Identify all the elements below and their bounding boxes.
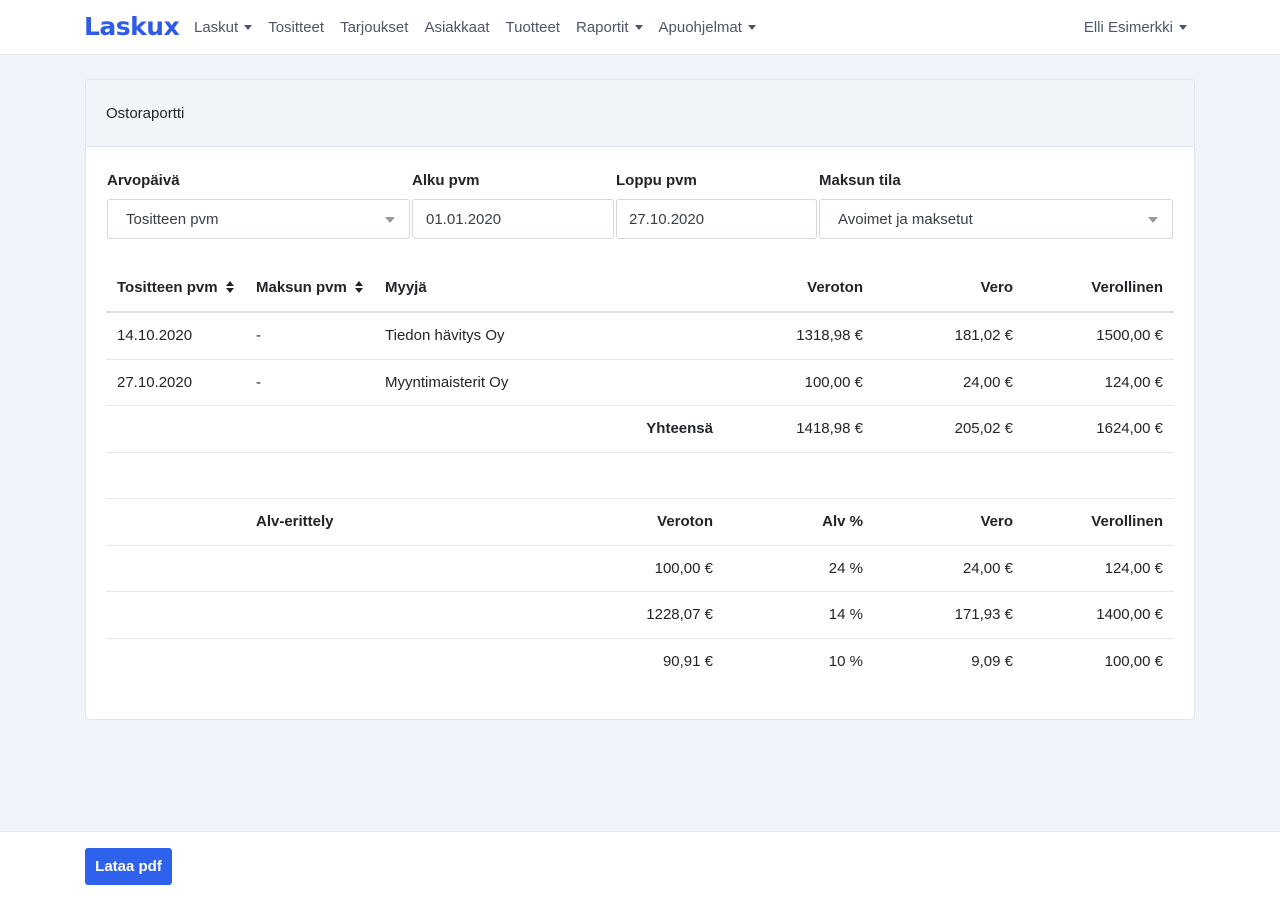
nav-item-tarjoukset[interactable]: Tarjoukset [340, 19, 408, 36]
voucher-date-cell: 14.10.2020 [117, 327, 193, 345]
chevron-down-icon [747, 25, 756, 30]
nav-item-apuohjelmat[interactable]: Apuohjelmat [659, 19, 756, 36]
vat-net-cell: 100,00 € [654, 559, 713, 577]
vat-tax-cell: 24,00 € [962, 559, 1013, 577]
nav-item-laskut[interactable]: Laskut [194, 19, 253, 36]
nav-item-label: Asiakkaat [424, 19, 490, 36]
nav-item-label: Tuotteet [505, 19, 560, 36]
value-date-label: Arvopäivä [107, 172, 180, 189]
sort-payment-date-header[interactable]: Maksun pvm [256, 263, 363, 311]
net-cell: 100,00 € [804, 373, 863, 391]
table-header-row: Tositteen pvm Maksun pvm Myyjä Veroton V… [106, 263, 1174, 313]
header-label: Tositteen pvm [117, 278, 218, 296]
vat-gross-cell: 124,00 € [1104, 559, 1163, 577]
value-date-select[interactable]: Tositteen pvm [107, 199, 410, 239]
vat-net-cell: 90,91 € [662, 653, 713, 671]
total-gross-cell: 1624,00 € [1096, 420, 1163, 438]
download-pdf-button[interactable]: Lataa pdf [85, 848, 172, 885]
tax-cell: 181,02 € [954, 327, 1013, 345]
top-navbar: Laskux Laskut Tositteet Tarjoukset Asiak… [0, 0, 1280, 55]
main-nav: Laskut Tositteet Tarjoukset Asiakkaat Tu… [194, 0, 772, 55]
report-card: Ostoraportti Arvopäivä Alku pvm Loppu pv… [85, 79, 1195, 720]
nav-item-label: Raportit [575, 19, 629, 36]
vat-gross-cell: 1400,00 € [1096, 606, 1163, 624]
vat-rate-header: Alv % [822, 513, 863, 531]
table-row: 90,91 € 10 % 9,09 € 100,00 € [106, 639, 1174, 686]
sort-icon [225, 281, 234, 293]
payment-status-label: Maksun tila [819, 172, 901, 189]
sort-voucher-date-header[interactable]: Tositteen pvm [117, 263, 234, 311]
vat-breakdown-table: Alv-erittely Veroton Alv % Vero Verollin… [106, 498, 1174, 685]
payment-status-select-value: Avoimet ja maksetut [838, 210, 973, 228]
vat-rate-cell: 24 % [828, 559, 863, 577]
nav-item-asiakkaat[interactable]: Asiakkaat [424, 19, 489, 36]
value-date-select-value: Tositteen pvm [126, 210, 219, 228]
payment-date-cell: - [256, 327, 261, 345]
net-cell: 1318,98 € [796, 327, 863, 345]
chevron-down-icon [634, 25, 643, 30]
chevron-down-icon [244, 25, 253, 30]
nav-item-label: Apuohjelmat [658, 19, 742, 36]
vat-tax-cell: 171,93 € [954, 606, 1013, 624]
vat-breakdown-title: Alv-erittely [256, 513, 334, 531]
app-logo[interactable]: Laskux [84, 12, 180, 41]
tax-header: Vero [980, 278, 1013, 296]
end-date-label: Loppu pvm [616, 172, 697, 189]
vat-rate-cell: 14 % [828, 606, 863, 624]
payment-date-cell: - [256, 373, 261, 391]
tax-cell: 24,00 € [962, 373, 1013, 391]
nav-item-label: Tositteet [268, 19, 325, 36]
payment-status-select[interactable]: Avoimet ja maksetut [819, 199, 1173, 239]
nav-item-tositteet[interactable]: Tositteet [268, 19, 324, 36]
header-label: Maksun pvm [256, 278, 347, 296]
table-row: 14.10.2020 - Tiedon hävitys Oy 1318,98 €… [106, 313, 1174, 360]
user-name: Elli Esimerkki [1083, 19, 1173, 36]
sort-icon [354, 281, 363, 293]
start-date-value: 01.01.2020 [426, 210, 502, 228]
voucher-date-cell: 27.10.2020 [117, 373, 193, 391]
seller-cell: Myyntimaisterit Oy [385, 373, 509, 391]
end-date-value: 27.10.2020 [629, 210, 705, 228]
net-header: Veroton [807, 278, 863, 296]
vat-tax-header: Vero [980, 513, 1013, 531]
purchases-table: Tositteen pvm Maksun pvm Myyjä Veroton V… [106, 263, 1174, 499]
gross-cell: 124,00 € [1104, 373, 1163, 391]
card-header: Ostoraportti [86, 80, 1194, 147]
chevron-down-icon [385, 217, 395, 223]
vat-header-row: Alv-erittely Veroton Alv % Vero Verollin… [106, 499, 1174, 546]
vat-tax-cell: 9,09 € [971, 653, 1013, 671]
gross-cell: 1500,00 € [1096, 327, 1163, 345]
table-row: 27.10.2020 - Myyntimaisterit Oy 100,00 €… [106, 360, 1174, 406]
page-title: Ostoraportti [106, 104, 185, 122]
seller-cell: Tiedon hävitys Oy [385, 327, 505, 345]
nav-item-tuotteet[interactable]: Tuotteet [506, 19, 560, 36]
spacer-row [106, 453, 1174, 499]
vat-net-header: Veroton [657, 513, 713, 531]
start-date-input[interactable]: 01.01.2020 [412, 199, 614, 239]
vat-rate-cell: 10 % [828, 653, 863, 671]
seller-header: Myyjä [385, 278, 427, 296]
user-menu[interactable]: Elli Esimerkki [1084, 0, 1187, 55]
nav-item-raportit[interactable]: Raportit [576, 19, 643, 36]
chevron-down-icon [1148, 217, 1158, 223]
table-row: 1228,07 € 14 % 171,93 € 1400,00 € [106, 592, 1174, 639]
total-tax-cell: 205,02 € [954, 420, 1013, 438]
footer-bar: Lataa pdf [0, 831, 1280, 899]
table-row: 100,00 € 24 % 24,00 € 124,00 € [106, 546, 1174, 592]
nav-item-label: Tarjoukset [340, 19, 409, 36]
total-label: Yhteensä [646, 420, 713, 438]
chevron-down-icon [1179, 25, 1187, 30]
gross-header: Verollinen [1091, 278, 1163, 296]
nav-item-label: Laskut [194, 19, 239, 36]
end-date-input[interactable]: 27.10.2020 [616, 199, 817, 239]
vat-net-cell: 1228,07 € [646, 606, 713, 624]
vat-gross-header: Verollinen [1091, 513, 1163, 531]
total-row: Yhteensä 1418,98 € 205,02 € 1624,00 € [106, 406, 1174, 453]
start-date-label: Alku pvm [412, 172, 480, 189]
total-net-cell: 1418,98 € [796, 420, 863, 438]
vat-gross-cell: 100,00 € [1104, 653, 1163, 671]
